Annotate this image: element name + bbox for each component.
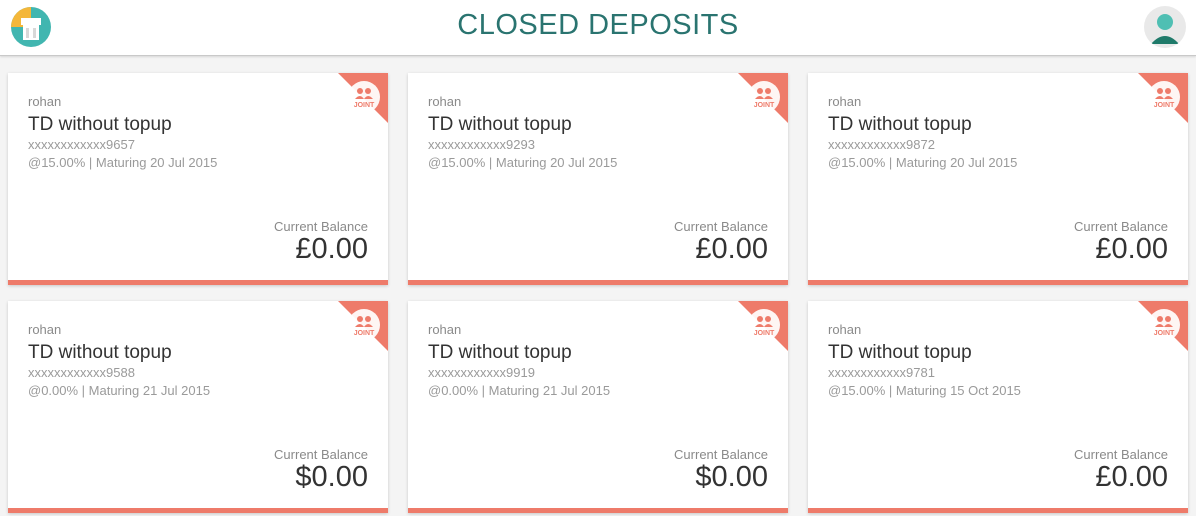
rate-maturity: @15.00% | Maturing 20 Jul 2015 (428, 155, 618, 170)
deposits-grid: JOINT rohan TD without topup xxxxxxxxxxx… (0, 0, 1196, 516)
joint-badge-label: JOINT (1154, 102, 1175, 109)
account-number: xxxxxxxxxxxx9293 (428, 137, 535, 152)
balance-value: £0.00 (1095, 233, 1168, 265)
balance-value: $0.00 (295, 461, 368, 493)
account-number: xxxxxxxxxxxx9872 (828, 137, 935, 152)
card-accent-bar (8, 508, 388, 513)
rate-maturity: @15.00% | Maturing 15 Oct 2015 (828, 383, 1021, 398)
deposit-name: TD without topup (28, 114, 172, 135)
owner-name: rohan (428, 322, 462, 337)
joint-badge: JOINT (738, 301, 788, 351)
deposit-card[interactable]: JOINT rohan TD without topup xxxxxxxxxxx… (808, 301, 1188, 513)
account-number: xxxxxxxxxxxx9588 (28, 365, 135, 380)
balance-value: $0.00 (695, 461, 768, 493)
deposit-name: TD without topup (28, 342, 172, 363)
deposit-card[interactable]: JOINT rohan TD without topup xxxxxxxxxxx… (8, 301, 388, 513)
joint-badge: JOINT (338, 301, 388, 351)
rate-maturity: @0.00% | Maturing 21 Jul 2015 (428, 383, 611, 398)
joint-badge: JOINT (738, 73, 788, 123)
balance-label: Current Balance (274, 219, 368, 234)
owner-name: rohan (828, 322, 862, 337)
rate-maturity: @15.00% | Maturing 20 Jul 2015 (828, 155, 1018, 170)
balance-label: Current Balance (674, 219, 768, 234)
deposit-card[interactable]: JOINT rohan TD without topup xxxxxxxxxxx… (8, 73, 388, 285)
card-accent-bar (408, 508, 788, 513)
joint-badge: JOINT (1138, 301, 1188, 351)
joint-badge-label: JOINT (354, 102, 375, 109)
deposit-name: TD without topup (428, 342, 572, 363)
deposit-name: TD without topup (828, 114, 972, 135)
card-accent-bar (808, 508, 1188, 513)
balance-value: £0.00 (695, 233, 768, 265)
joint-badge-label: JOINT (754, 102, 775, 109)
balance-label: Current Balance (1074, 447, 1168, 462)
balance-label: Current Balance (1074, 219, 1168, 234)
owner-name: rohan (28, 322, 62, 337)
joint-badge-label: JOINT (1154, 330, 1175, 337)
joint-badge-label: JOINT (354, 330, 375, 337)
balance-label: Current Balance (274, 447, 368, 462)
owner-name: rohan (428, 94, 462, 109)
balance-value: £0.00 (1095, 461, 1168, 493)
rate-maturity: @0.00% | Maturing 21 Jul 2015 (28, 383, 211, 398)
account-number: xxxxxxxxxxxx9781 (828, 365, 935, 380)
joint-badge: JOINT (1138, 73, 1188, 123)
joint-badge-label: JOINT (754, 330, 775, 337)
card-accent-bar (8, 280, 388, 285)
card-accent-bar (808, 280, 1188, 285)
deposit-card[interactable]: JOINT rohan TD without topup xxxxxxxxxxx… (808, 73, 1188, 285)
deposit-name: TD without topup (828, 342, 972, 363)
owner-name: rohan (828, 94, 862, 109)
balance-value: £0.00 (295, 233, 368, 265)
deposit-card[interactable]: JOINT rohan TD without topup xxxxxxxxxxx… (408, 301, 788, 513)
joint-badge: JOINT (338, 73, 388, 123)
balance-label: Current Balance (674, 447, 768, 462)
owner-name: rohan (28, 94, 62, 109)
account-number: xxxxxxxxxxxx9919 (428, 365, 535, 380)
card-accent-bar (408, 280, 788, 285)
rate-maturity: @15.00% | Maturing 20 Jul 2015 (28, 155, 218, 170)
account-number: xxxxxxxxxxxx9657 (28, 137, 135, 152)
deposit-name: TD without topup (428, 114, 572, 135)
deposit-card[interactable]: JOINT rohan TD without topup xxxxxxxxxxx… (408, 73, 788, 285)
